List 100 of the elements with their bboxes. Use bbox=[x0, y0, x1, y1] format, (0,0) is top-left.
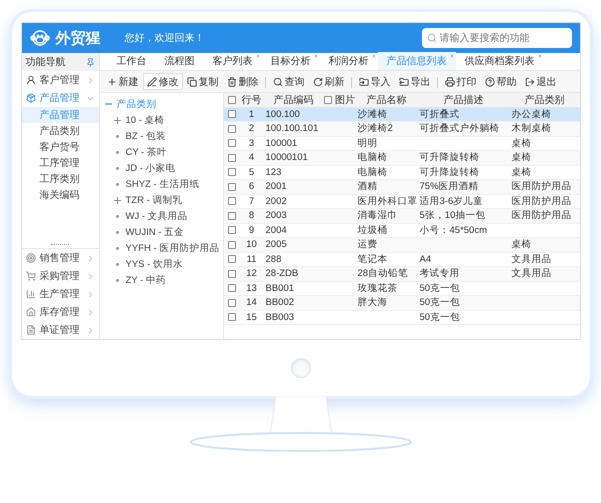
checkbox[interactable] bbox=[228, 240, 236, 249]
nav-item[interactable]: 库存管理 bbox=[22, 303, 98, 321]
checkbox[interactable] bbox=[228, 124, 236, 133]
table-cell: 明明 bbox=[356, 136, 418, 151]
box-icon bbox=[26, 93, 36, 103]
tree-root[interactable]: 产品类别 bbox=[100, 96, 222, 112]
checkbox[interactable] bbox=[228, 110, 236, 118]
close-icon[interactable] bbox=[312, 53, 318, 59]
table-cell: 桌椅 bbox=[510, 151, 580, 166]
tree-node[interactable]: YYFH - 医用防护用品 bbox=[100, 240, 222, 256]
tab[interactable]: 客户列表 bbox=[204, 52, 262, 70]
nav-item[interactable]: 生产管理 bbox=[22, 285, 98, 303]
checkbox[interactable] bbox=[228, 139, 236, 148]
tree-node[interactable]: WUJIN - 五金 bbox=[100, 224, 222, 240]
table-cell: 考试专用 bbox=[418, 267, 510, 282]
table-cell: 桌椅 bbox=[510, 166, 580, 180]
tree-node[interactable]: 10 - 桌椅 bbox=[100, 112, 222, 128]
checkbox[interactable] bbox=[324, 96, 332, 104]
close-icon[interactable] bbox=[254, 53, 260, 59]
checkbox[interactable] bbox=[228, 182, 236, 191]
nav-item[interactable]: 销售管理 bbox=[22, 249, 98, 267]
tab[interactable]: 工作台 bbox=[108, 52, 156, 70]
table-cell: 12 bbox=[240, 267, 264, 282]
checkbox[interactable] bbox=[228, 284, 236, 292]
table-cell: 电脑椅 bbox=[356, 151, 418, 166]
tab[interactable]: 利润分析 bbox=[320, 52, 378, 70]
tab[interactable]: 目标分析 bbox=[262, 52, 320, 70]
table-cell: 运费 bbox=[356, 238, 418, 252]
toolbar-button[interactable]: 导出 bbox=[394, 73, 440, 90]
refresh-icon bbox=[312, 76, 322, 86]
tree-node[interactable]: BZ - 包装 bbox=[100, 128, 222, 144]
nav-subitem[interactable]: 海关编码 bbox=[22, 187, 98, 203]
toolbar-button[interactable]: 打印 bbox=[440, 73, 480, 90]
checkbox[interactable] bbox=[228, 313, 236, 322]
nav-subitem[interactable]: 产品类别 bbox=[22, 123, 98, 139]
nav-subitem[interactable]: 工序管理 bbox=[22, 155, 98, 171]
tab[interactable]: 供应商档案列表 bbox=[456, 52, 544, 70]
toolbar-button[interactable]: 帮助 bbox=[480, 73, 520, 90]
toolbar-button[interactable]: 刷新 bbox=[308, 73, 354, 90]
target-icon bbox=[26, 253, 36, 263]
tree-node[interactable]: CY - 茶叶 bbox=[100, 144, 222, 160]
checkbox[interactable] bbox=[228, 168, 236, 176]
copy-icon bbox=[186, 76, 196, 86]
checkbox[interactable] bbox=[228, 212, 236, 220]
checkbox[interactable] bbox=[228, 96, 236, 104]
table-cell: 10000101 bbox=[264, 151, 324, 166]
cart-icon bbox=[26, 271, 36, 281]
nav-item[interactable]: 产品管理 bbox=[22, 89, 98, 107]
table-cell: 医用防护用品 bbox=[510, 180, 580, 194]
column-title: 图片 bbox=[335, 94, 355, 107]
greeting-text: 您好，欢迎回来！ bbox=[124, 32, 206, 45]
table-cell: 文具用品 bbox=[510, 267, 580, 282]
column-header: 产品编码 bbox=[264, 93, 324, 108]
logout-icon bbox=[524, 76, 534, 86]
checkbox[interactable] bbox=[228, 298, 236, 307]
checkbox[interactable] bbox=[228, 226, 236, 234]
checkbox[interactable] bbox=[228, 255, 236, 264]
column-header: 产品类别 bbox=[510, 93, 580, 108]
table-cell: 医用防护用品 bbox=[510, 194, 580, 209]
toolbar-button[interactable]: 导入 bbox=[354, 73, 394, 90]
table-cell: 4 bbox=[240, 151, 264, 166]
toolbar-button[interactable]: 查询 bbox=[268, 73, 308, 90]
table-cell: 适用3-6岁儿童 bbox=[418, 194, 510, 209]
nav-subitem[interactable]: 客户货号 bbox=[22, 139, 98, 155]
monkey-logo-icon bbox=[30, 29, 50, 47]
checkbox[interactable] bbox=[228, 197, 236, 206]
close-icon[interactable] bbox=[448, 53, 454, 59]
tree-node[interactable]: JD - 小家电 bbox=[100, 160, 222, 176]
user-icon bbox=[26, 75, 36, 85]
tree-node[interactable]: TZR - 调制乳 bbox=[100, 192, 222, 208]
nav-item[interactable]: 单证管理 bbox=[22, 321, 98, 339]
toolbar-button[interactable]: 新建 bbox=[102, 73, 142, 90]
toolbar-button[interactable]: 删除 bbox=[222, 73, 268, 90]
tree-node[interactable]: YYS - 饮用水 bbox=[100, 256, 222, 272]
close-icon[interactable] bbox=[536, 53, 542, 59]
table-cell: A4 bbox=[418, 252, 510, 267]
table-cell: 50克一包 bbox=[418, 282, 510, 296]
trash-icon bbox=[226, 76, 236, 86]
toolbar-button[interactable]: 复制 bbox=[182, 73, 222, 90]
nav-item[interactable]: 客户管理 bbox=[22, 71, 98, 89]
nav-subitem[interactable]: 工序类别 bbox=[22, 171, 98, 187]
checkbox[interactable] bbox=[228, 270, 236, 278]
pin-icon[interactable] bbox=[86, 58, 94, 66]
tree-node[interactable]: WJ - 文具用品 bbox=[100, 208, 222, 224]
tree-node[interactable]: ZY - 中药 bbox=[100, 272, 222, 288]
table-cell: 胖大海 bbox=[356, 296, 418, 310]
document-icon bbox=[26, 325, 36, 335]
toolbar-button[interactable]: 退出 bbox=[520, 73, 560, 90]
tab[interactable]: 流程图 bbox=[156, 52, 204, 70]
close-icon[interactable] bbox=[370, 53, 376, 59]
table-cell: 6 bbox=[240, 180, 264, 194]
toolbar-button[interactable]: 修改 bbox=[142, 73, 182, 90]
table-cell: 可折叠式 bbox=[418, 108, 510, 122]
nav-item[interactable]: 采购管理 bbox=[22, 267, 98, 285]
table-cell: 75%医用酒精 bbox=[418, 180, 510, 194]
tree-node[interactable]: SHYZ - 生活用纸 bbox=[100, 176, 222, 192]
table-cell: 28-ZDB bbox=[264, 267, 324, 282]
checkbox[interactable] bbox=[228, 154, 236, 162]
search-field[interactable]: 请输入要搜索的功能 bbox=[422, 28, 572, 48]
chart-icon bbox=[26, 289, 36, 299]
